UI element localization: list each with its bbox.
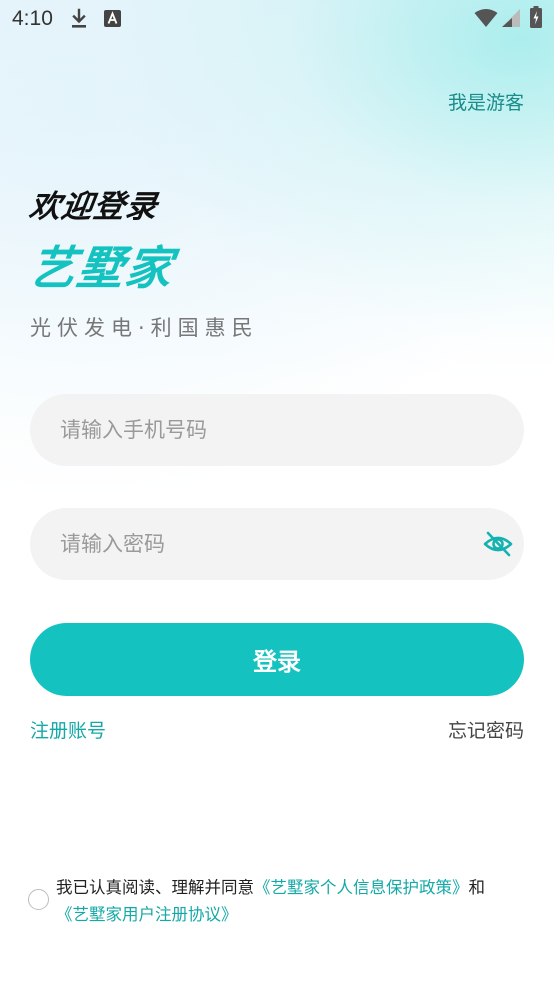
eye-off-icon[interactable] — [482, 528, 514, 560]
welcome-title: 欢迎登录 — [26, 189, 161, 225]
phone-input[interactable] — [60, 394, 480, 466]
agreement-connector: 和 — [468, 878, 486, 897]
status-time: 4:10 — [12, 7, 53, 30]
login-button[interactable]: 登录 — [30, 623, 524, 696]
download-icon — [72, 8, 86, 28]
brand-logo-text: 艺墅家 — [25, 241, 178, 295]
agreement-text: 我已认真阅读、理解并同意《艺墅家个人信息保护政策》和《艺墅家用户注册协议》 — [56, 874, 496, 928]
guest-link[interactable]: 我是游客 — [448, 88, 524, 115]
privacy-policy-link[interactable]: 《艺墅家个人信息保护政策》 — [254, 878, 469, 897]
a-notification-icon — [104, 10, 121, 27]
battery-icon — [530, 6, 542, 28]
agree-checkbox[interactable] — [28, 889, 49, 910]
signal-icon — [502, 9, 520, 27]
forgot-password-link[interactable]: 忘记密码 — [448, 716, 524, 743]
user-agreement-link[interactable]: 《艺墅家用户注册协议》 — [56, 905, 238, 924]
wifi-icon — [474, 9, 498, 27]
phone-field — [30, 394, 524, 466]
password-field — [30, 508, 524, 580]
status-bar: 4:10 — [0, 0, 554, 38]
register-link[interactable]: 注册账号 — [30, 716, 106, 743]
agreement-prefix: 我已认真阅读、理解并同意 — [56, 878, 254, 897]
login-screen: 4:10 我是游客 欢迎登录 艺墅家 光伏发电·利国惠民 请输入手机号码 登录 … — [0, 0, 554, 984]
slogan: 光伏发电·利国惠民 — [30, 316, 259, 340]
password-input[interactable] — [60, 508, 480, 580]
